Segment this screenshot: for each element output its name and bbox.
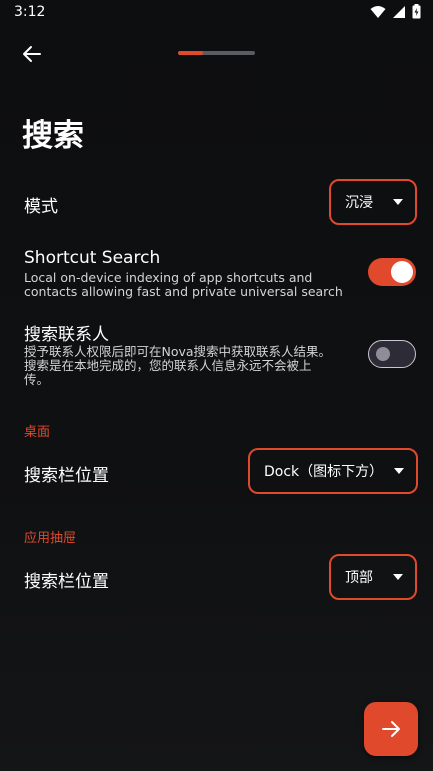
arrow-right-icon bbox=[382, 721, 400, 737]
status-icons bbox=[370, 4, 421, 19]
drawer-searchbar-position-label: 搜索栏位置 bbox=[24, 572, 109, 592]
status-time: 3:12 bbox=[14, 4, 46, 20]
mode-dropdown-value: 沉浸 bbox=[345, 195, 373, 211]
chevron-down-icon bbox=[394, 468, 404, 474]
status-bar: 3:12 bbox=[0, 0, 433, 24]
drawer-searchbar-position-value: 顶部 bbox=[345, 570, 373, 586]
drawer-searchbar-position-dropdown[interactable]: 顶部 bbox=[329, 554, 417, 600]
desktop-searchbar-position-label: 搜索栏位置 bbox=[24, 466, 109, 486]
section-header-desktop: 桌面 bbox=[24, 425, 51, 440]
desktop-searchbar-position-value: Dock（图标下方） bbox=[264, 464, 384, 480]
toggle-knob bbox=[391, 261, 413, 283]
shortcut-search-desc-line1: Local on-device indexing of app shortcut… bbox=[24, 270, 313, 285]
chevron-down-icon bbox=[393, 574, 403, 580]
shortcut-search-label: Shortcut Search bbox=[24, 248, 161, 268]
contacts-search-desc-line3: 传。 bbox=[24, 372, 50, 387]
contacts-search-desc-line2: 搜索是在本地完成的，您的联系人信息永远不会被上 bbox=[24, 358, 312, 373]
wifi-icon bbox=[370, 5, 386, 18]
desktop-searchbar-position-dropdown[interactable]: Dock（图标下方） bbox=[248, 448, 418, 494]
contacts-search-label: 搜索联系人 bbox=[24, 325, 109, 345]
page-title: 搜索 bbox=[22, 118, 84, 154]
shortcut-search-desc-line2: contacts allowing fast and private unive… bbox=[24, 284, 343, 299]
contacts-search-desc-line1: 授予联系人权限后即可在Nova搜索中获取联系人结果。 bbox=[24, 344, 332, 359]
battery-icon bbox=[412, 4, 421, 19]
back-button[interactable] bbox=[14, 38, 50, 70]
section-header-app-drawer: 应用抽屉 bbox=[24, 531, 77, 546]
onboarding-progress bbox=[178, 51, 255, 55]
shortcut-search-toggle[interactable] bbox=[368, 258, 416, 286]
toggle-knob bbox=[376, 346, 390, 361]
mode-dropdown[interactable]: 沉浸 bbox=[329, 179, 417, 225]
progress-fill bbox=[178, 51, 204, 55]
back-arrow-icon bbox=[23, 46, 41, 62]
mode-label: 模式 bbox=[24, 197, 58, 217]
next-button[interactable] bbox=[364, 702, 418, 756]
signal-icon bbox=[393, 5, 405, 18]
contacts-search-toggle[interactable] bbox=[368, 340, 416, 368]
chevron-down-icon bbox=[393, 199, 403, 205]
